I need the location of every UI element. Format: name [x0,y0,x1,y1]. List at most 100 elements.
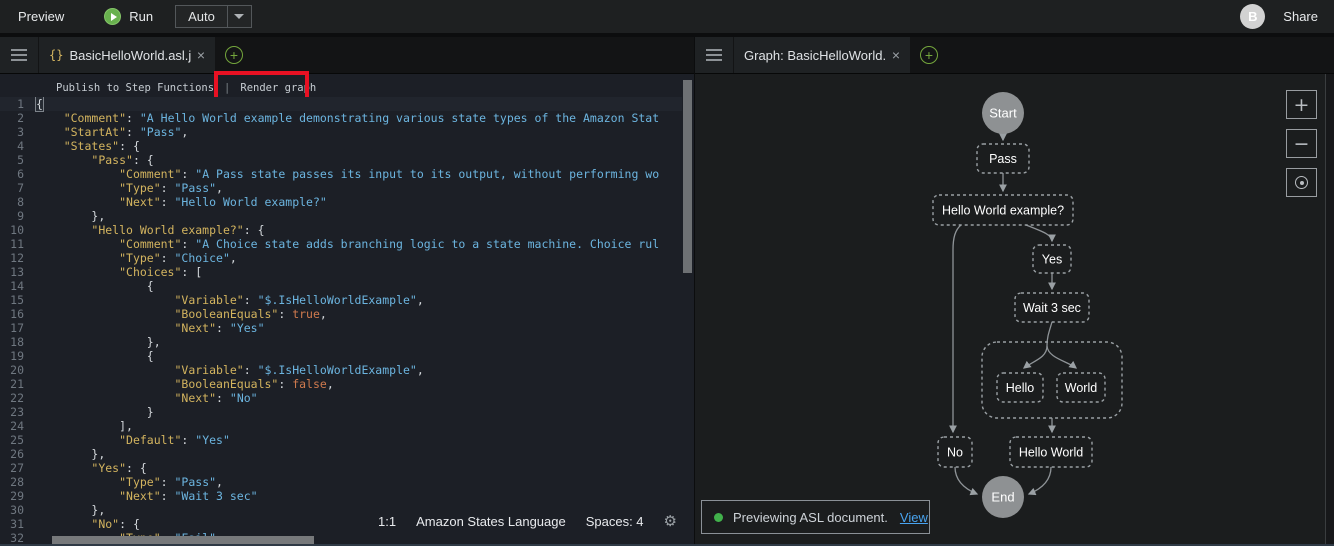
run-button[interactable]: Run [104,8,153,25]
line-text: }, [36,335,161,349]
asl-actions-bar: Publish to Step Functions | Render graph [0,79,694,97]
code-line[interactable]: 16 "BooleanEquals": true, [0,307,682,321]
graph-edge-no-end [955,467,977,494]
code-line[interactable]: 24 ], [0,419,682,433]
code-line[interactable]: 13 "Choices": [ [0,265,682,279]
code-area[interactable]: 1{2 "Comment": "A Hello World example de… [0,97,682,545]
line-text: }, [36,209,105,223]
code-line[interactable]: 26 }, [0,447,682,461]
line-text: { [36,279,154,293]
code-line[interactable]: 4 "States": { [0,139,682,153]
code-line[interactable]: 6 "Comment": "A Pass state passes its in… [0,167,682,181]
graph-tab-bar: Graph: BasicHelloWorld.a × + [695,37,1334,74]
run-mode-dropdown[interactable]: Auto [175,5,252,28]
code-line[interactable]: 11 "Comment": "A Choice state adds branc… [0,237,682,251]
share-button[interactable]: Share [1283,9,1318,24]
code-line[interactable]: 8 "Next": "Hello World example?" [0,195,682,209]
preview-button[interactable]: Preview [18,9,64,24]
code-line[interactable]: 2 "Comment": "A Hello World example demo… [0,111,682,125]
tab-title: Graph: BasicHelloWorld.a [744,48,886,63]
view-link[interactable]: View [900,510,928,525]
line-number: 4 [0,139,36,153]
line-text: "Type": "Choice", [36,251,237,265]
new-tab-button[interactable]: + [225,46,243,64]
code-line[interactable]: 5 "Pass": { [0,153,682,167]
graph-edge-choice-yes [1026,225,1052,241]
graph-node-wait: Wait 3 sec [1015,293,1089,322]
code-line[interactable]: 17 "Next": "Yes" [0,321,682,335]
line-text: ], [36,419,133,433]
code-line[interactable]: 21 "BooleanEquals": false, [0,377,682,391]
publish-to-step-functions-link[interactable]: Publish to Step Functions [56,82,214,94]
graph-node-helloworld: Hello World [1010,437,1092,467]
code-line[interactable]: 12 "Type": "Choice", [0,251,682,265]
zoom-reset-button[interactable] [1286,168,1317,197]
line-text: "Type": "Pass", [36,475,223,489]
line-text: "Pass": { [36,153,154,167]
run-mode-value[interactable]: Auto [176,6,227,27]
line-text: "Comment": "A Pass state passes its inpu… [36,167,659,181]
code-line[interactable]: 20 "Variable": "$.IsHelloWorldExample", [0,363,682,377]
line-text: "Next": "Hello World example?" [36,195,327,209]
svg-text:No: No [947,446,963,460]
new-tab-button[interactable]: + [920,46,938,64]
code-line[interactable]: 1{ [0,97,682,111]
close-icon[interactable]: × [197,47,205,63]
code-line[interactable]: 10 "Hello World example?": { [0,223,682,237]
line-number: 2 [0,111,36,125]
code-line[interactable]: 15 "Variable": "$.IsHelloWorldExample", [0,293,682,307]
line-number: 17 [0,321,36,335]
code-line[interactable]: 9 }, [0,209,682,223]
settings-gear-icon[interactable]: ⚙ [664,512,677,530]
graph-edge-choice-no [953,225,961,432]
line-text: "Next": "Yes" [36,321,265,335]
svg-text:Start: Start [989,106,1017,121]
line-number: 31 [0,517,36,531]
vertical-scrollbar-thumb[interactable] [683,80,692,273]
cursor-position: 1:1 [378,514,396,529]
line-number: 12 [0,251,36,265]
code-line[interactable]: 27 "Yes": { [0,461,682,475]
line-number: 14 [0,279,36,293]
svg-text:Yes: Yes [1042,253,1062,267]
graph-node-choice: Hello World example? [933,195,1073,225]
code-line[interactable]: 23 } [0,405,682,419]
tab-graph[interactable]: Graph: BasicHelloWorld.a × [734,37,910,73]
line-number: 11 [0,237,36,251]
code-line[interactable]: 18 }, [0,335,682,349]
graph-panel-menu-button[interactable] [695,37,733,73]
svg-text:World: World [1065,381,1097,395]
editor-panel-menu-button[interactable] [0,37,38,73]
code-line[interactable]: 3 "StartAt": "Pass", [0,125,682,139]
code-line[interactable]: 22 "Next": "No" [0,391,682,405]
zoom-out-button[interactable]: − [1286,129,1317,158]
notification-text: Previewing ASL document. [733,510,888,525]
hamburger-icon [11,49,27,51]
zoom-in-button[interactable]: + [1286,90,1317,119]
line-text: "StartAt": "Pass", [36,125,188,139]
code-line[interactable]: 14 { [0,279,682,293]
code-line[interactable]: 29 "Next": "Wait 3 sec" [0,489,682,503]
code-line[interactable]: 7 "Type": "Pass", [0,181,682,195]
language-mode[interactable]: Amazon States Language [416,514,566,529]
graph-node-yes: Yes [1033,245,1071,273]
code-line[interactable]: 28 "Type": "Pass", [0,475,682,489]
state-machine-graph-canvas[interactable]: StartPassHello World example?YesWait 3 s… [695,74,1334,546]
line-text: "BooleanEquals": true, [36,307,327,321]
graph-node-hello: Hello [997,373,1043,402]
editor-status-bar: 1:1 Amazon States Language Spaces: 4 ⚙ [372,509,683,533]
code-line[interactable]: 25 "Default": "Yes" [0,433,682,447]
line-text: "Hello World example?": { [36,223,265,237]
tab-basichelloworld[interactable]: {} BasicHelloWorld.asl.js × [39,37,215,73]
graph-edge-helloworld-end [1029,467,1051,494]
line-number: 8 [0,195,36,209]
run-mode-caret-button[interactable] [227,6,251,27]
code-line[interactable]: 19 { [0,349,682,363]
graph-node-no: No [938,437,972,467]
indentation-setting[interactable]: Spaces: 4 [586,514,644,529]
user-avatar[interactable]: B [1240,4,1265,29]
line-number: 15 [0,293,36,307]
line-number: 30 [0,503,36,517]
line-number: 25 [0,433,36,447]
close-icon[interactable]: × [892,47,900,63]
